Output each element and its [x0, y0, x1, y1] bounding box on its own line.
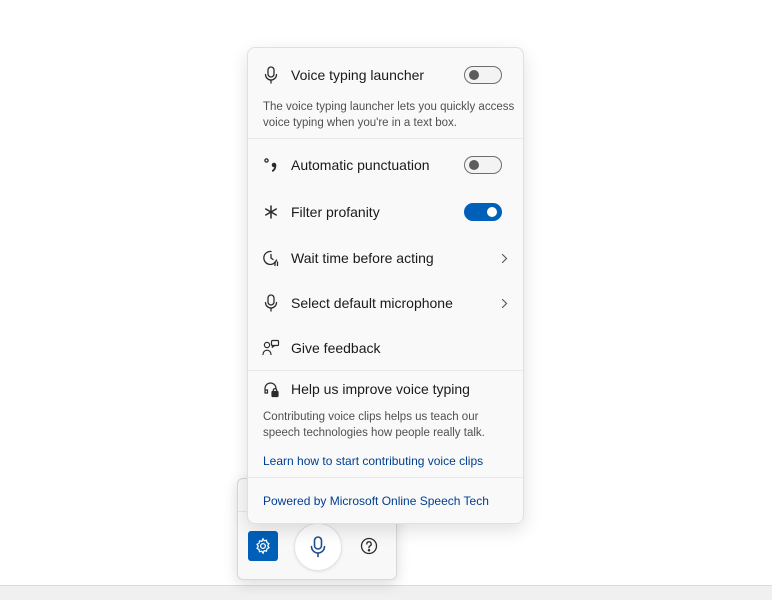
chevron-right-icon [499, 297, 509, 309]
voice-typing-launcher-toggle[interactable] [464, 66, 502, 84]
gear-icon [254, 537, 272, 555]
default-microphone-label: Select default microphone [291, 295, 453, 311]
toggle-knob [469, 70, 479, 80]
microphone-icon [262, 294, 280, 312]
voice-lock-icon [262, 380, 280, 398]
microphone-icon [309, 536, 327, 558]
give-feedback-row[interactable]: Give feedback [248, 330, 525, 366]
filter-profanity-row: Filter profanity [248, 194, 525, 230]
toggle-knob [487, 207, 497, 217]
improve-voice-typing-row: Help us improve voice typing [248, 371, 525, 407]
help-icon [360, 537, 378, 555]
feedback-icon [262, 339, 280, 357]
microphone-button[interactable] [294, 523, 342, 571]
voice-typing-launcher-label: Voice typing launcher [291, 67, 425, 83]
voice-typing-launcher-description: The voice typing launcher lets you quick… [263, 101, 515, 129]
filter-profanity-label: Filter profanity [291, 204, 380, 220]
automatic-punctuation-toggle[interactable] [464, 156, 502, 174]
automatic-punctuation-row: Automatic punctuation [248, 147, 525, 183]
improve-voice-typing-description: Contributing voice clips helps us teach … [263, 411, 485, 439]
powered-by-link[interactable]: Powered by Microsoft Online Speech Tech [263, 494, 489, 508]
voice-typing-launcher-row: Voice typing launcher [248, 57, 525, 93]
asterisk-icon [262, 203, 280, 221]
improve-voice-typing-label: Help us improve voice typing [291, 381, 470, 397]
toggle-knob [469, 160, 479, 170]
taskbar-strip [0, 585, 772, 600]
give-feedback-label: Give feedback [291, 340, 381, 356]
microphone-icon [262, 66, 280, 84]
settings-button[interactable] [248, 531, 278, 561]
divider [248, 138, 525, 139]
wait-time-label: Wait time before acting [291, 250, 434, 266]
learn-contributing-link[interactable]: Learn how to start contributing voice cl… [263, 454, 483, 468]
chevron-right-icon [499, 252, 509, 264]
automatic-punctuation-label: Automatic punctuation [291, 157, 430, 173]
timer-icon [262, 249, 280, 267]
wait-time-row[interactable]: Wait time before acting [248, 240, 525, 276]
desktop: Voice typing launcher The voice typing l… [0, 0, 772, 600]
punctuation-icon [262, 156, 280, 174]
voice-typing-settings-flyout: Voice typing launcher The voice typing l… [247, 47, 525, 524]
default-microphone-row[interactable]: Select default microphone [248, 285, 525, 321]
divider [248, 477, 525, 478]
filter-profanity-toggle[interactable] [464, 203, 502, 221]
help-button[interactable] [358, 535, 380, 557]
